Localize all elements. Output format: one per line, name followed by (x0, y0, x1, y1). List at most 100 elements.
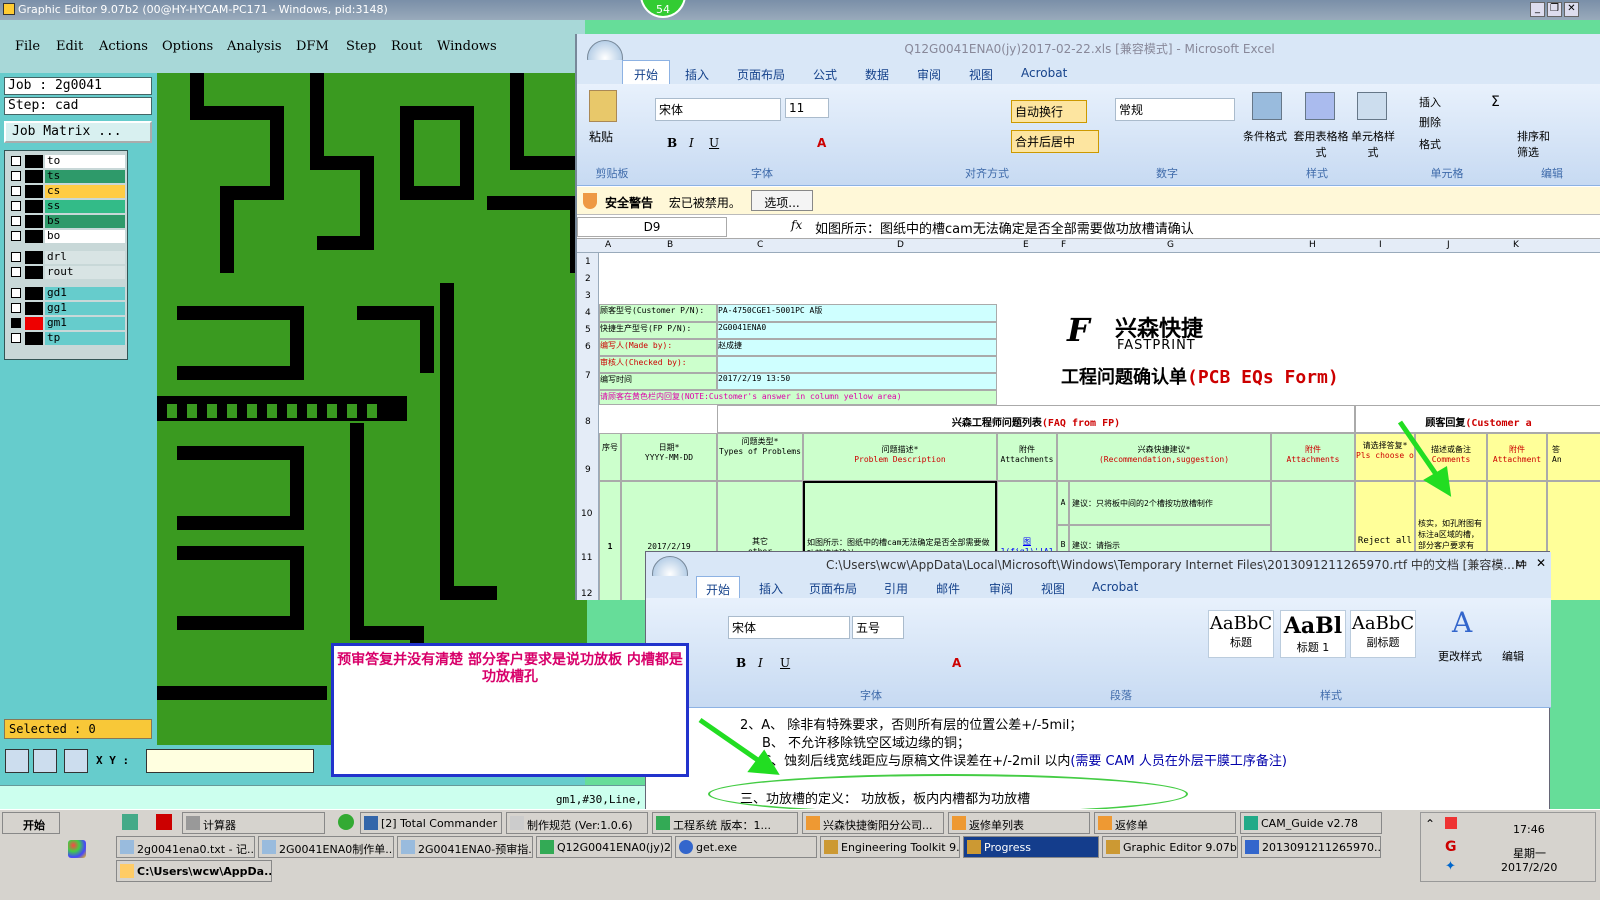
sum-icon[interactable]: Σ (1491, 94, 1500, 110)
font-size-select[interactable]: 11 (785, 98, 829, 118)
info-value[interactable] (717, 356, 997, 373)
layer-row[interactable]: bo (9, 230, 125, 243)
menu-windows[interactable]: Windows (437, 39, 497, 54)
menu-options[interactable]: Options (162, 39, 213, 54)
merge-center-button[interactable]: 合并后居中 (1011, 130, 1099, 153)
col-header[interactable]: A (605, 240, 611, 250)
job-matrix-button[interactable]: Job Matrix ... (4, 121, 152, 143)
paste-icon[interactable] (589, 90, 617, 122)
formula-input[interactable]: 如图所示：图纸中的槽cam无法确定是否全部需要做功放槽请确认 (815, 218, 1194, 237)
menu-dfm[interactable]: DFM (296, 39, 329, 54)
row-header[interactable]: 12 (581, 589, 592, 599)
layer-checkbox[interactable] (11, 252, 21, 262)
row-header[interactable]: 11 (581, 553, 592, 563)
restore-icon[interactable]: ❐ (1547, 2, 1562, 17)
tab-formulas[interactable]: 公式 (813, 66, 837, 83)
number-format-select[interactable]: 常规 (1115, 98, 1235, 121)
row-last[interactable] (1547, 481, 1600, 600)
row-header[interactable]: 9 (585, 465, 591, 475)
task-prereview[interactable]: 2G0041ENA0-预审指... (397, 836, 533, 858)
layer-row[interactable]: bs (9, 215, 125, 228)
windows-logo-icon[interactable] (68, 840, 86, 858)
wrap-text-button[interactable]: 自动换行 (1011, 100, 1087, 123)
layer-row[interactable]: ss (9, 200, 125, 213)
layer-checkbox[interactable] (11, 156, 21, 166)
measure-icon[interactable] (33, 749, 57, 773)
close-icon[interactable]: ✕ (1564, 2, 1579, 17)
row-header[interactable]: 8 (585, 417, 591, 427)
minimize-icon[interactable]: _ (1530, 2, 1545, 17)
task-rework[interactable]: 返修单 (1094, 812, 1236, 834)
menu-file[interactable]: File (15, 39, 40, 54)
col-header[interactable]: F (1061, 240, 1066, 250)
menu-actions[interactable]: Actions (99, 39, 148, 54)
menu-rout[interactable]: Rout (391, 39, 422, 54)
row-header[interactable]: 3 (585, 291, 591, 301)
layer-row[interactable]: tp (9, 332, 125, 345)
minimize-icon[interactable]: – (1496, 556, 1502, 570)
layer-row[interactable]: drl (9, 251, 125, 264)
ie-icon[interactable] (338, 814, 354, 830)
tab-view[interactable]: 视图 (969, 66, 993, 83)
cell-style-icon[interactable] (1357, 92, 1387, 120)
layer-row[interactable]: gd1 (9, 287, 125, 300)
insert-cells[interactable]: 插入 (1419, 94, 1441, 110)
task-progress[interactable]: Progress (963, 836, 1099, 858)
xy-input[interactable] (146, 749, 314, 773)
layer-checkbox[interactable] (11, 303, 21, 313)
row-header[interactable]: 4 (585, 308, 591, 318)
format-cells[interactable]: 格式 (1419, 136, 1441, 152)
underline-icon[interactable]: U (709, 136, 719, 150)
grid-icon[interactable] (64, 749, 88, 773)
task-rework-list[interactable]: 返修单列表 (948, 812, 1090, 834)
name-box[interactable]: D9 (577, 217, 727, 237)
tab-data[interactable]: 数据 (865, 66, 889, 83)
row-header[interactable]: 7 (585, 371, 591, 381)
sort-filter-label[interactable]: 排序和筛选 (1517, 128, 1557, 160)
table-format-label[interactable]: 套用表格格式 (1291, 128, 1351, 160)
conditional-format-label[interactable]: 条件格式 (1240, 128, 1290, 144)
layer-checkbox[interactable] (11, 288, 21, 298)
pdf-icon[interactable] (156, 814, 172, 830)
layer-checkbox[interactable] (11, 201, 21, 211)
layer-row[interactable]: gg1 (9, 302, 125, 315)
task-explorer[interactable]: C:\Users\wcw\AppDa... (116, 860, 272, 882)
task-fastprint[interactable]: 兴森快捷衡阳分公司... (802, 812, 944, 834)
start-button[interactable]: 开始 (2, 812, 60, 834)
tab-review[interactable]: 审阅 (917, 66, 941, 83)
task-rtf[interactable]: 2013091211265970.... (1241, 836, 1381, 858)
layer-checkbox[interactable] (11, 318, 21, 328)
menu-edit[interactable]: Edit (56, 39, 83, 54)
edit-label[interactable]: 编辑 (1502, 648, 1524, 664)
font-name-select[interactable]: 宋体 (655, 98, 781, 121)
tab-page-layout[interactable]: 页面布局 (737, 66, 785, 83)
col-header[interactable]: J (1447, 240, 1450, 250)
task-graphic-editor[interactable]: Graphic Editor 9.07b... (1102, 836, 1238, 858)
tab-home[interactable]: 开始 (622, 60, 670, 84)
layer-checkbox[interactable] (11, 186, 21, 196)
layer-row[interactable]: ts (9, 170, 125, 183)
col-header[interactable]: D (897, 240, 904, 250)
task-notepad[interactable]: 2g0041ena0.txt - 记... (116, 836, 255, 858)
col-header[interactable]: I (1379, 240, 1382, 250)
task-total-commander[interactable]: [2] Total Commander ... (360, 812, 502, 834)
row-no[interactable]: 1 (599, 481, 621, 600)
info-value[interactable]: 赵成捷 (717, 339, 997, 356)
col-header[interactable]: G (1167, 240, 1174, 250)
tray-expand-icon[interactable]: ⌃ (1425, 817, 1435, 831)
task-make-sheet[interactable]: 2G0041ENA0制作单.... (258, 836, 394, 858)
table-format-icon[interactable] (1305, 92, 1335, 120)
task-toolkit[interactable]: Engineering Toolkit 9.... (820, 836, 960, 858)
tab-insert[interactable]: 插入 (685, 66, 709, 83)
col-header[interactable]: H (1309, 240, 1316, 250)
task-engineering[interactable]: 工程系统 版本：1... (652, 812, 798, 834)
tab-acrobat[interactable]: Acrobat (1021, 66, 1067, 80)
info-value[interactable]: 2017/2/19 13:50 (717, 373, 997, 390)
layer-checkbox[interactable] (11, 171, 21, 181)
col-header[interactable]: C (757, 240, 763, 250)
quicklaunch-icon[interactable] (122, 814, 138, 830)
row-header[interactable]: 5 (585, 325, 591, 335)
row-header[interactable]: 2 (585, 274, 591, 284)
bold-icon[interactable]: B (667, 136, 677, 150)
info-value[interactable]: 2G0041ENA0 (717, 322, 997, 339)
